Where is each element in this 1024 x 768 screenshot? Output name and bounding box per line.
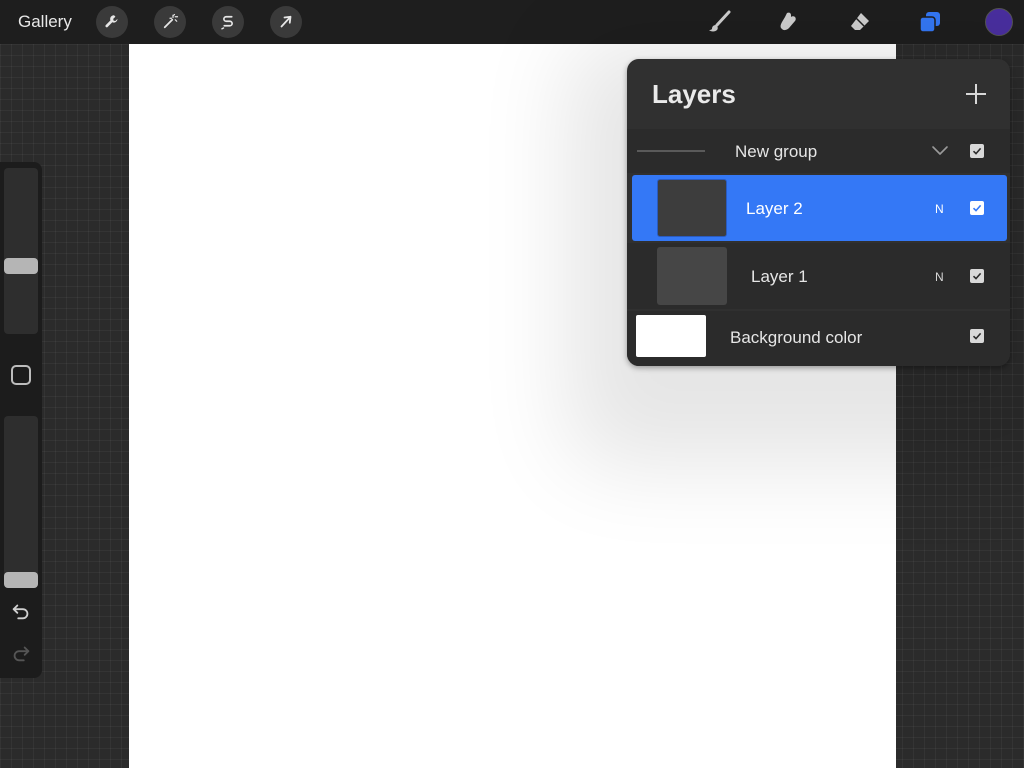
blend-mode-button[interactable]: N bbox=[935, 202, 944, 216]
square-icon[interactable] bbox=[11, 365, 31, 385]
group-visibility-checkbox[interactable] bbox=[970, 144, 984, 158]
chevron-down-icon[interactable] bbox=[931, 143, 949, 157]
layer-row-layer-2[interactable]: Layer 2 N bbox=[632, 175, 1007, 241]
smudge-icon[interactable] bbox=[774, 6, 806, 38]
checkmark-icon bbox=[972, 204, 982, 212]
layers-icon[interactable] bbox=[914, 6, 946, 38]
checkmark-icon bbox=[972, 147, 982, 155]
layer-label: Layer 2 bbox=[746, 199, 803, 218]
group-label: New group bbox=[735, 142, 818, 161]
magic-wand-icon[interactable] bbox=[154, 6, 186, 38]
top-toolbar: Gallery bbox=[0, 0, 1024, 44]
redo-icon[interactable] bbox=[9, 641, 33, 665]
background-color-swatch[interactable] bbox=[636, 315, 706, 357]
layer-visibility-checkbox[interactable] bbox=[970, 201, 984, 215]
layer-thumbnail bbox=[657, 247, 727, 305]
blend-mode-button[interactable]: N bbox=[935, 270, 944, 284]
plus-icon[interactable] bbox=[961, 79, 991, 109]
background-color-row[interactable]: Background color bbox=[627, 311, 1010, 366]
layer-row-layer-1[interactable]: Layer 1 N bbox=[627, 243, 1010, 309]
opacity-slider[interactable] bbox=[4, 416, 38, 588]
arrow-cursor-icon[interactable] bbox=[270, 6, 302, 38]
brush-icon[interactable] bbox=[704, 6, 736, 38]
background-visibility-checkbox[interactable] bbox=[970, 329, 984, 343]
brush-size-slider[interactable] bbox=[4, 168, 38, 334]
checkmark-icon bbox=[972, 272, 982, 280]
layer-label: Layer 1 bbox=[751, 267, 808, 286]
layers-panel: Layers New group Layer 2 N Layer 1 N Bac… bbox=[627, 59, 1010, 366]
undo-icon[interactable] bbox=[9, 599, 33, 623]
wrench-icon[interactable] bbox=[96, 6, 128, 38]
left-sidebar bbox=[0, 162, 42, 678]
layer-thumbnail bbox=[657, 179, 727, 237]
brush-size-handle[interactable] bbox=[4, 258, 38, 274]
selection-s-icon[interactable] bbox=[212, 6, 244, 38]
gallery-button[interactable]: Gallery bbox=[18, 12, 72, 32]
color-picker-button[interactable] bbox=[985, 8, 1013, 36]
checkmark-icon bbox=[972, 332, 982, 340]
layer-group-row[interactable]: New group bbox=[627, 129, 1010, 173]
panel-title: Layers bbox=[652, 79, 736, 109]
background-label: Background color bbox=[730, 328, 863, 347]
group-line bbox=[637, 150, 705, 152]
eraser-icon[interactable] bbox=[844, 6, 876, 38]
opacity-handle[interactable] bbox=[4, 572, 38, 588]
layer-visibility-checkbox[interactable] bbox=[970, 269, 984, 283]
